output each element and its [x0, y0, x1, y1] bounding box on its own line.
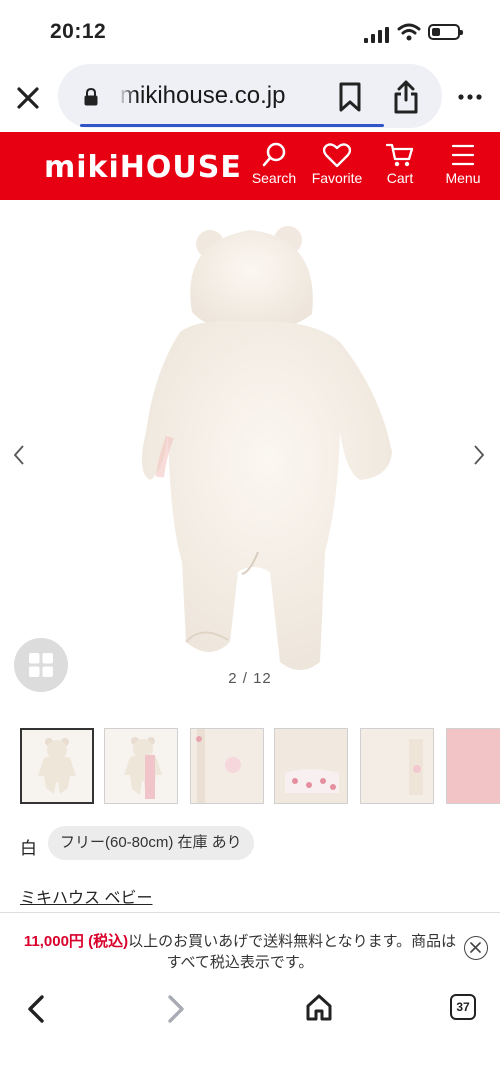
thumbnail-1[interactable]	[20, 728, 94, 804]
previous-image-arrow[interactable]	[12, 444, 26, 466]
favorite-label: Favorite	[311, 170, 363, 186]
thumbnail-image	[124, 737, 162, 799]
image-counter: 2 / 12	[228, 670, 272, 687]
page-load-progress	[80, 124, 384, 127]
banner-text: 11,000円 (税込)以上のお買いあげで送料無料となります。商品はすべて税込表…	[20, 931, 460, 973]
thumbnail-image	[191, 729, 263, 803]
forward-icon[interactable]	[164, 994, 188, 1024]
lock-icon	[84, 88, 98, 106]
status-bar: 20:12	[0, 0, 500, 62]
banner-close-button[interactable]	[464, 936, 488, 960]
favorite-button[interactable]: Favorite	[308, 142, 366, 186]
bookmark-icon[interactable]	[338, 82, 362, 112]
search-label: Search	[251, 170, 297, 186]
next-image-arrow[interactable]	[472, 444, 486, 466]
wifi-icon	[397, 23, 421, 41]
battery-icon	[428, 24, 463, 40]
cart-label: Cart	[386, 170, 414, 186]
site-logo[interactable]: mikiHOUSE	[44, 150, 242, 185]
browser-address-bar: mikihouse.co.jp	[0, 62, 500, 132]
more-options-icon[interactable]	[458, 94, 482, 100]
color-label: 白	[20, 839, 37, 858]
cart-button[interactable]: Cart	[376, 142, 424, 186]
tab-count-button[interactable]: 37	[450, 994, 476, 1020]
thumbnail-strip	[0, 728, 500, 808]
thumbnail-image	[361, 729, 433, 803]
url-fade	[118, 82, 136, 112]
hamburger-icon	[451, 144, 475, 166]
size-stock-chip[interactable]: フリー(60-80cm) 在庫 あり	[48, 826, 254, 860]
thumbnail-2[interactable]	[104, 728, 178, 804]
search-icon	[262, 142, 286, 167]
product-image-gallery[interactable]: 2 / 12	[0, 200, 500, 720]
url-text[interactable]: mikihouse.co.jp	[120, 82, 285, 110]
thumbnail-4[interactable]	[274, 728, 348, 804]
banner-price: 11,000円 (税込)	[23, 933, 129, 950]
search-button[interactable]: Search	[246, 142, 302, 186]
banner-message: 以上のお買いあげで送料無料となります。商品はすべて税込表示です。	[128, 933, 457, 971]
signal-icon	[364, 27, 389, 43]
menu-button[interactable]: Menu	[436, 142, 490, 186]
site-header: mikiHOUSE Search Favorite Cart Menu	[0, 132, 500, 200]
thumbnail-image	[275, 729, 347, 803]
close-icon[interactable]	[14, 84, 42, 112]
thumbnail-6[interactable]	[446, 728, 500, 804]
back-icon[interactable]	[24, 994, 48, 1024]
brand-link[interactable]: ミキハウス ベビー	[20, 884, 152, 908]
free-shipping-banner: 11,000円 (税込)以上のお買いあげで送料無料となります。商品はすべて税込表…	[0, 912, 500, 983]
thumbnail-image	[38, 738, 76, 794]
thumbnail-3[interactable]	[190, 728, 264, 804]
thumbnail-image	[447, 729, 500, 803]
share-icon[interactable]	[392, 80, 420, 114]
close-icon	[470, 942, 481, 953]
clock: 20:12	[50, 20, 107, 43]
menu-label: Menu	[445, 170, 481, 186]
home-icon[interactable]	[304, 992, 334, 1022]
browser-toolbar: 37	[0, 982, 500, 1080]
cart-icon	[386, 143, 414, 167]
heart-icon	[323, 143, 351, 168]
thumbnail-5[interactable]	[360, 728, 434, 804]
product-image-bear-romper-back	[141, 226, 392, 670]
